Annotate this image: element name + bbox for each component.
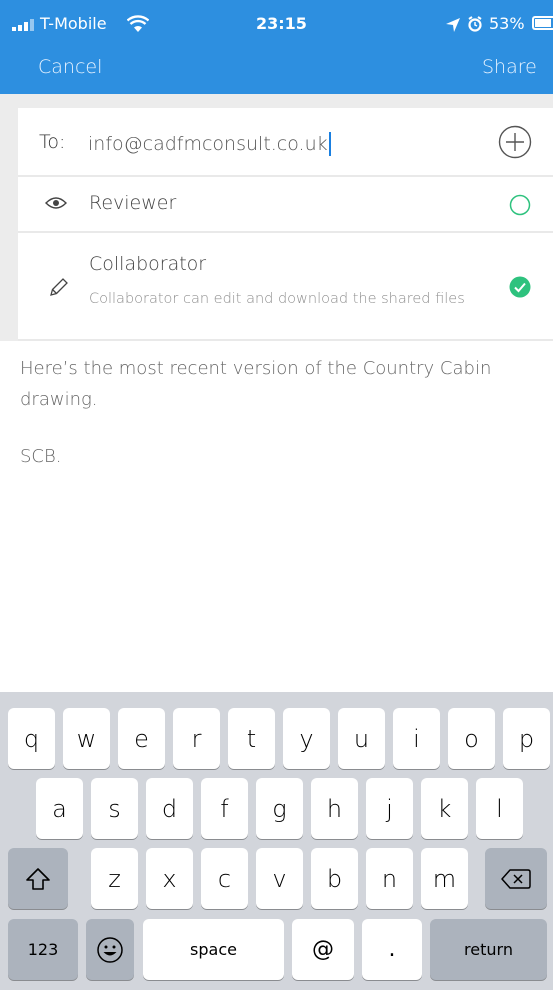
space-key[interactable]: space	[143, 919, 284, 980]
backspace-icon	[501, 868, 531, 889]
key-h[interactable]: h	[311, 778, 358, 839]
battery-icon	[532, 16, 553, 30]
radio-unselected-icon[interactable]	[509, 194, 531, 216]
role-option-reviewer[interactable]: Reviewer	[18, 177, 553, 233]
key-g[interactable]: g	[256, 778, 303, 839]
key-n[interactable]: n	[366, 848, 413, 909]
key-j[interactable]: j	[366, 778, 413, 839]
key-a[interactable]: a	[36, 778, 83, 839]
battery-percent: 53%	[489, 14, 525, 33]
recipient-input-value: info@cadfmconsult.co.uk	[88, 133, 328, 155]
key-p[interactable]: p	[503, 708, 550, 769]
key-k[interactable]: k	[421, 778, 468, 839]
key-r[interactable]: r	[173, 708, 220, 769]
carrier-name: T-Mobile	[40, 14, 107, 33]
pencil-icon	[50, 278, 68, 296]
share-button[interactable]: Share	[482, 56, 537, 78]
key-d[interactable]: d	[146, 778, 193, 839]
return-key[interactable]: return	[430, 919, 547, 980]
shift-key[interactable]	[8, 848, 68, 909]
message-line-2: drawing.	[20, 389, 98, 410]
numbers-key[interactable]: 123	[8, 919, 78, 980]
text-cursor	[328, 132, 331, 156]
alarm-icon	[468, 16, 482, 32]
message-signature: SCB.	[20, 446, 62, 467]
to-label: To:	[39, 131, 66, 153]
message-line-1: Here’s the most recent version of the Co…	[20, 358, 492, 379]
at-key[interactable]: @	[292, 919, 354, 980]
key-o[interactable]: o	[448, 708, 495, 769]
key-y[interactable]: y	[283, 708, 330, 769]
clock-time: 23:15	[256, 14, 307, 33]
shift-arrow-icon	[26, 867, 50, 890]
wifi-icon	[127, 15, 149, 32]
key-i[interactable]: i	[393, 708, 440, 769]
collaborator-description: Collaborator can edit and download the s…	[89, 291, 465, 307]
key-u[interactable]: u	[338, 708, 385, 769]
key-b[interactable]: b	[311, 848, 358, 909]
recipient-row: To: info@cadfmconsult.co.uk	[18, 108, 553, 177]
emoji-key[interactable]	[86, 919, 134, 980]
key-z[interactable]: z	[91, 848, 138, 909]
key-e[interactable]: e	[118, 708, 165, 769]
status-bar: T-Mobile 23:15 53%	[0, 0, 553, 40]
cancel-button[interactable]: Cancel	[38, 56, 102, 78]
key-v[interactable]: v	[256, 848, 303, 909]
signal-icon	[12, 19, 34, 31]
key-q[interactable]: q	[8, 708, 55, 769]
header-bar: T-Mobile 23:15 53% Cancel Share	[0, 0, 553, 94]
collaborator-label: Collaborator	[89, 253, 207, 275]
role-option-collaborator[interactable]: Collaborator Collaborator can edit and d…	[18, 233, 553, 341]
key-x[interactable]: x	[146, 848, 193, 909]
backspace-key[interactable]	[485, 848, 547, 909]
add-recipient-icon[interactable]	[498, 125, 532, 159]
key-c[interactable]: c	[201, 848, 248, 909]
reviewer-label: Reviewer	[89, 192, 177, 214]
emoji-icon	[97, 936, 123, 963]
eye-icon	[45, 197, 67, 209]
key-w[interactable]: w	[63, 708, 110, 769]
radio-selected-checkmark-icon[interactable]	[509, 276, 531, 298]
recipient-input[interactable]: info@cadfmconsult.co.uk	[88, 129, 331, 159]
key-m[interactable]: m	[421, 848, 468, 909]
location-arrow-icon	[446, 18, 460, 32]
key-l[interactable]: l	[476, 778, 523, 839]
period-key[interactable]: .	[362, 919, 422, 980]
key-f[interactable]: f	[201, 778, 248, 839]
key-s[interactable]: s	[91, 778, 138, 839]
key-t[interactable]: t	[228, 708, 275, 769]
keyboard: q w e r t y u i o p a s d f g h j k l z …	[0, 692, 553, 990]
message-textarea[interactable]: Here’s the most recent version of the Co…	[0, 341, 553, 692]
